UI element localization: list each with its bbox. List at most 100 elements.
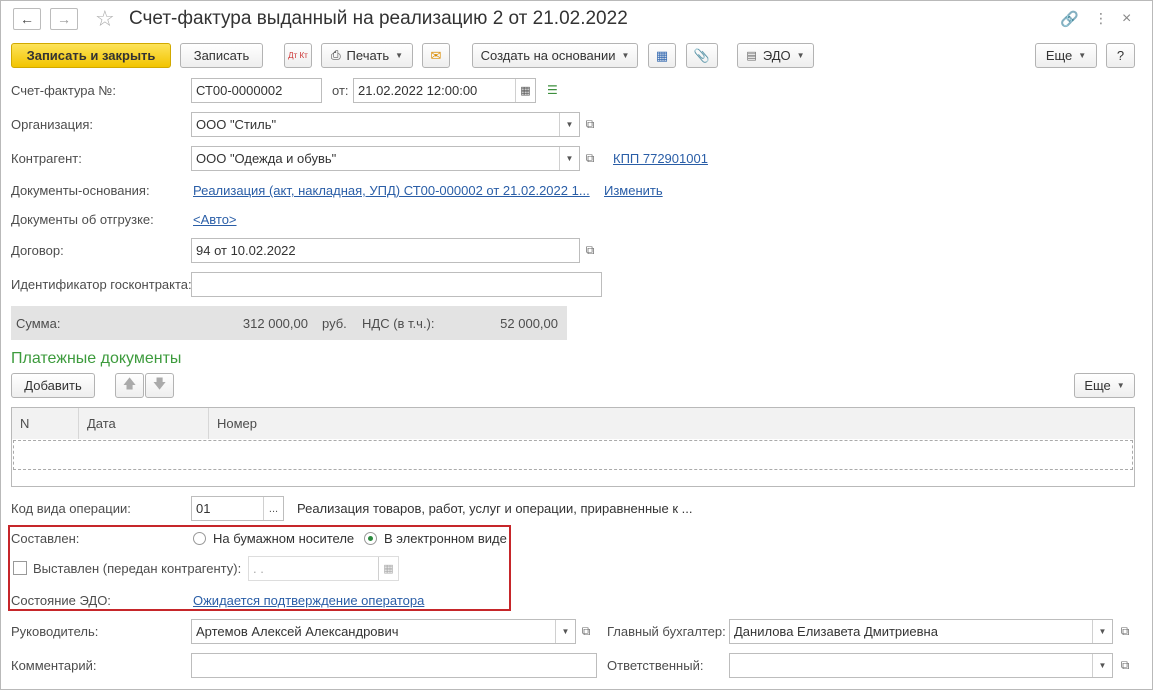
chevron-down-icon[interactable]: ▼ [559, 147, 579, 170]
organization-value: ООО "Стиль" [196, 117, 277, 132]
mail-icon[interactable]: ✉ [422, 43, 450, 68]
more-label: Еще [1045, 48, 1073, 63]
organization-field[interactable]: ООО "Стиль" ▼ [191, 112, 580, 137]
composed-label: Составлен: [11, 531, 80, 546]
edo-label: ЭДО [762, 48, 791, 63]
chevron-down-icon[interactable]: ▼ [555, 620, 575, 643]
column-header-date[interactable]: Дата [79, 408, 209, 439]
open-accountant-icon[interactable]: ⧉ [1117, 623, 1133, 639]
contract-label: Договор: [11, 243, 64, 258]
chevron-down-icon: ▼ [1116, 381, 1125, 390]
comment-field[interactable] [191, 653, 597, 678]
organization-label: Организация: [11, 117, 94, 132]
exposed-checkbox[interactable] [13, 561, 27, 575]
date-label: от: [332, 83, 349, 98]
edo-state-label: Состояние ЭДО: [11, 593, 111, 608]
attachment-icon[interactable]: 📎 [686, 43, 718, 68]
chevron-down-icon: ▼ [1078, 51, 1087, 60]
shipment-documents-link[interactable]: <Авто> [193, 212, 237, 227]
column-header-number[interactable]: Номер [209, 408, 1134, 439]
open-contract-icon[interactable]: ⧉ [582, 242, 598, 258]
forward-arrow-icon[interactable]: → [50, 8, 78, 30]
payments-section-title: Платежные документы [11, 350, 182, 367]
edo-icon: ▤ [746, 50, 757, 62]
create-based-label: Создать на основании [480, 48, 616, 63]
save-and-close-button[interactable]: Записать и закрыть [11, 43, 171, 68]
favorite-star-icon[interactable]: ☆ [95, 6, 115, 32]
change-basis-link[interactable]: Изменить [604, 183, 663, 198]
table-row[interactable] [13, 440, 1133, 470]
counterparty-field[interactable]: ООО "Одежда и обувь" ▼ [191, 146, 580, 171]
operation-code-field[interactable]: 01 ... [191, 496, 284, 521]
radio-electronic-label[interactable]: В электронном виде [384, 531, 507, 546]
calendar-icon[interactable]: ▦ [515, 79, 535, 102]
sum-label: Сумма: [16, 316, 61, 331]
edo-state-link[interactable]: Ожидается подтверждение оператора [193, 593, 424, 608]
contract-field[interactable]: 94 от 10.02.2022 [191, 238, 580, 263]
select-operation-button[interactable]: ... [263, 497, 283, 520]
basis-document-link[interactable]: Реализация (акт, накладная, УПД) СТ00-00… [193, 183, 590, 198]
open-head-icon[interactable]: ⧉ [578, 623, 594, 639]
sum-value: 312 000,00 [242, 316, 308, 331]
payments-more-button[interactable]: Еще ▼ [1074, 373, 1135, 398]
responsible-field[interactable]: ▼ [729, 653, 1113, 678]
basis-documents-label: Документы-основания: [11, 183, 150, 198]
exposed-date-field[interactable]: . . ▦ [248, 556, 399, 581]
counterparty-value: ООО "Одежда и обувь" [196, 151, 337, 166]
gov-contract-id-field[interactable] [191, 272, 602, 297]
close-icon[interactable]: × [1122, 10, 1131, 28]
move-up-icon[interactable]: 🡅 [115, 373, 144, 398]
print-button[interactable]: ⎙ Печать ▼ [321, 43, 413, 68]
chevron-down-icon: ▼ [395, 51, 404, 60]
chief-accountant-value: Данилова Елизавета Дмитриевна [734, 624, 938, 639]
vat-value: 52 000,00 [500, 316, 558, 331]
open-responsible-icon[interactable]: ⧉ [1117, 657, 1133, 673]
radio-paper[interactable] [193, 532, 206, 545]
more-button[interactable]: Еще ▼ [1035, 43, 1097, 68]
structure-icon[interactable]: ▦ [648, 43, 676, 68]
dtkt-icon[interactable]: Дт Кт [284, 43, 312, 68]
exposed-date-value: . . [253, 561, 264, 576]
create-based-button[interactable]: Создать на основании ▼ [472, 43, 638, 68]
exposed-label[interactable]: Выставлен (передан контрагенту): [33, 561, 241, 576]
chevron-down-icon[interactable]: ▼ [1092, 654, 1112, 677]
operation-code-label: Код вида операции: [11, 501, 131, 516]
chief-accountant-label: Главный бухгалтер: [607, 624, 726, 639]
radio-electronic[interactable] [364, 532, 377, 545]
printer-icon: ⎙ [330, 48, 341, 62]
link-icon[interactable]: 🔗 [1060, 10, 1079, 28]
radio-paper-label[interactable]: На бумажном носителе [213, 531, 354, 546]
chevron-down-icon[interactable]: ▼ [559, 113, 579, 136]
head-label: Руководитель: [11, 624, 99, 639]
more-menu-icon[interactable]: ⋮ [1094, 10, 1108, 27]
page-title: Счет-фактура выданный на реализацию 2 от… [129, 8, 628, 29]
open-organization-icon[interactable]: ⧉ [582, 116, 598, 132]
chevron-down-icon[interactable]: ▼ [1092, 620, 1112, 643]
move-down-icon[interactable]: 🡇 [145, 373, 174, 398]
vat-label: НДС (в т.ч.): [362, 316, 435, 331]
invoice-no-label: Счет-фактура №: [11, 83, 116, 98]
open-counterparty-icon[interactable]: ⧉ [582, 150, 598, 166]
help-button[interactable]: ? [1106, 43, 1135, 68]
operation-code-value: 01 [196, 501, 211, 516]
date-value: 21.02.2022 12:00:00 [358, 83, 478, 98]
head-field[interactable]: Артемов Алексей Александрович ▼ [191, 619, 576, 644]
shipment-documents-label: Документы об отгрузке: [11, 212, 154, 227]
kpp-link[interactable]: КПП 772901001 [613, 151, 708, 166]
counterparty-label: Контрагент: [11, 151, 82, 166]
chief-accountant-field[interactable]: Данилова Елизавета Дмитриевна ▼ [729, 619, 1113, 644]
chevron-down-icon: ▼ [621, 51, 630, 60]
back-arrow-icon[interactable]: ← [13, 8, 41, 30]
edo-button[interactable]: ▤ ЭДО ▼ [737, 43, 814, 68]
date-field[interactable]: 21.02.2022 12:00:00 ▦ [353, 78, 536, 103]
document-list-icon[interactable]: ☰ [547, 83, 558, 97]
column-header-n[interactable]: N [12, 408, 79, 439]
calendar-icon[interactable]: ▦ [378, 557, 398, 580]
print-label: Печать [346, 48, 390, 63]
add-payment-button[interactable]: Добавить [11, 373, 95, 398]
payments-table[interactable]: N Дата Номер [11, 407, 1135, 487]
operation-description: Реализация товаров, работ, услуг и опера… [297, 501, 693, 516]
save-button[interactable]: Записать [180, 43, 263, 68]
invoice-no-field[interactable]: СТ00-0000002 [191, 78, 322, 103]
responsible-label: Ответственный: [607, 658, 704, 673]
